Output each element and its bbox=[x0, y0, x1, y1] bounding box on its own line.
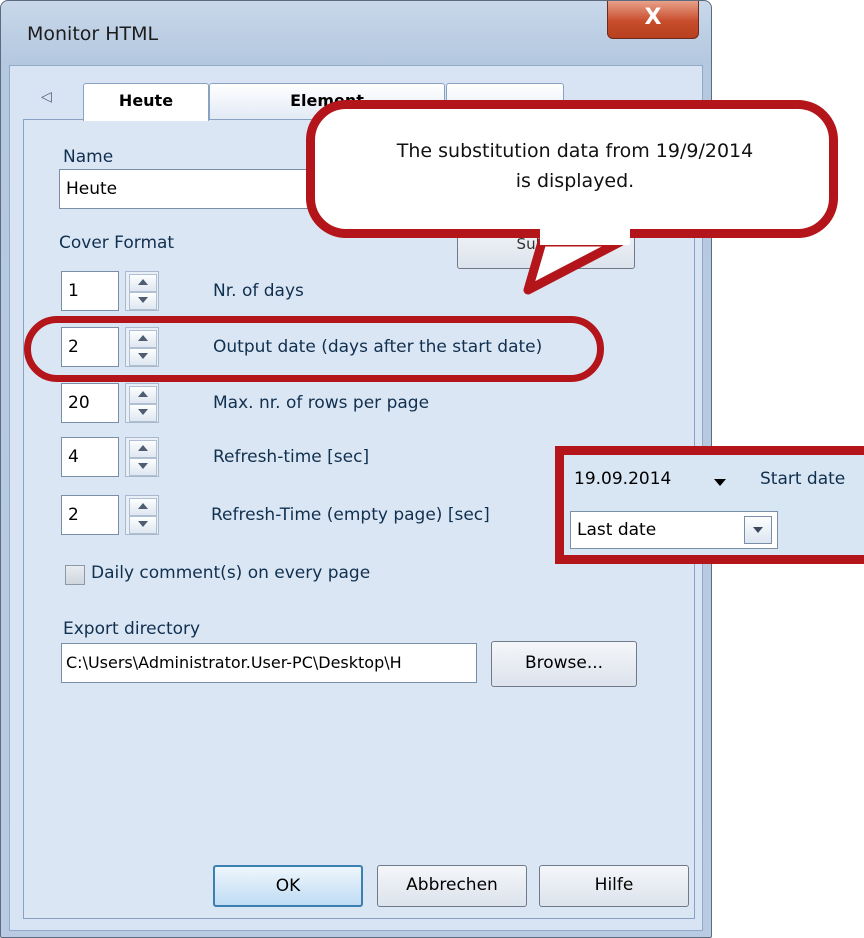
callout-line-2: is displayed. bbox=[515, 170, 635, 192]
spin-down-icon[interactable] bbox=[129, 292, 157, 310]
daily-comment-label: Daily comment(s) on every page bbox=[91, 563, 371, 583]
refresh-time-label: Refresh-time [sec] bbox=[213, 447, 370, 467]
tab-heute[interactable]: Heute bbox=[83, 83, 209, 121]
tab-scroll-left-icon[interactable]: ◁ bbox=[41, 89, 52, 105]
spin-down-icon[interactable] bbox=[129, 516, 157, 534]
spin-up-icon[interactable] bbox=[129, 498, 157, 516]
highlight-ellipse bbox=[24, 316, 604, 382]
start-date-dropdown-icon[interactable] bbox=[714, 479, 726, 486]
window-title: Monitor HTML bbox=[27, 23, 159, 45]
browse-button[interactable]: Browse... bbox=[491, 641, 637, 687]
refresh-empty-label: Refresh-Time (empty page) [sec] bbox=[211, 505, 490, 525]
max-rows-input[interactable]: 20 bbox=[61, 383, 119, 423]
days-spinner[interactable] bbox=[125, 271, 159, 311]
name-label: Name bbox=[63, 147, 114, 167]
cancel-button[interactable]: Abbrechen bbox=[377, 865, 527, 907]
start-date-label: Start date bbox=[760, 469, 846, 489]
callout-text: The substitution data from 19/9/2014 is … bbox=[330, 136, 820, 196]
spin-up-icon[interactable] bbox=[129, 440, 157, 458]
export-dir-label: Export directory bbox=[63, 619, 201, 639]
date-callout-box: 19.09.2014 Start date Last date bbox=[555, 446, 864, 564]
spin-down-icon[interactable] bbox=[129, 458, 157, 476]
date-mode-dropdown-icon[interactable] bbox=[744, 516, 772, 544]
refresh-time-spinner[interactable] bbox=[125, 437, 159, 477]
refresh-empty-input[interactable]: 2 bbox=[61, 495, 119, 535]
close-button[interactable]: X bbox=[607, 1, 699, 39]
refresh-time-input[interactable]: 4 bbox=[61, 437, 119, 477]
export-dir-input[interactable]: C:\Users\Administrator.User-PC\Desktop\H bbox=[61, 643, 477, 683]
cover-format-label: Cover Format bbox=[59, 233, 175, 253]
max-rows-spinner[interactable] bbox=[125, 383, 159, 423]
max-rows-label: Max. nr. of rows per page bbox=[213, 393, 430, 413]
ok-button[interactable]: OK bbox=[213, 865, 363, 907]
days-input[interactable]: 1 bbox=[61, 271, 119, 311]
spin-up-icon[interactable] bbox=[129, 386, 157, 404]
callout-line-1: The substitution data from 19/9/2014 bbox=[396, 140, 754, 162]
spin-up-icon[interactable] bbox=[129, 274, 157, 292]
start-date-value[interactable]: 19.09.2014 bbox=[574, 469, 671, 489]
days-label: Nr. of days bbox=[213, 281, 304, 301]
daily-comment-checkbox[interactable] bbox=[65, 565, 85, 585]
balloon-tail-join bbox=[540, 225, 630, 245]
refresh-empty-spinner[interactable] bbox=[125, 495, 159, 535]
spin-down-icon[interactable] bbox=[129, 404, 157, 422]
help-button[interactable]: Hilfe bbox=[539, 865, 689, 907]
